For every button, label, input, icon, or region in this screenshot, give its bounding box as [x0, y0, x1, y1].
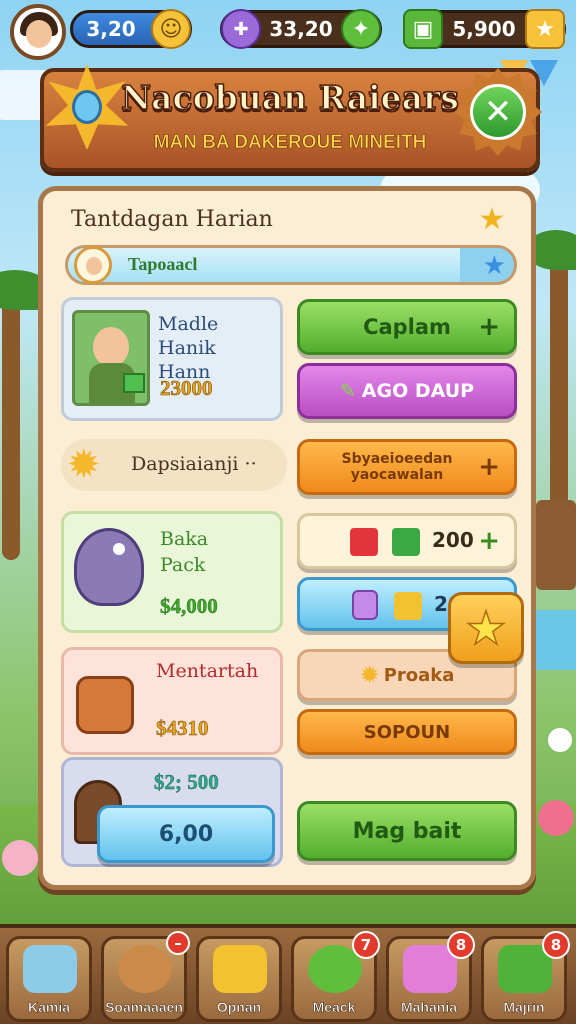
notification-badge-icon: –	[166, 931, 190, 955]
reward-value: 200	[432, 528, 474, 552]
progress-label: Tapoaacl	[128, 254, 198, 274]
nav-item-opnan[interactable]: Opnan	[196, 936, 282, 1022]
progress-avatar-icon	[74, 246, 112, 284]
nav-item-kamia[interactable]: Kamia	[6, 936, 92, 1022]
gift-box-icon: ▣	[403, 9, 443, 49]
nav-item-meack[interactable]: 7 Meack	[291, 931, 380, 1022]
ago-daup-button-label: AGO DAUP	[361, 380, 475, 402]
special-offer-label: Sbyaeioeedan yaocawalan	[341, 451, 453, 483]
potion-jar-icon	[352, 590, 378, 620]
offer-card-toast[interactable]: Mentartah $4310	[61, 647, 283, 755]
offer-title-line1: Baka	[160, 528, 209, 550]
bottom-nav: Kamia – Soamaaaen Opnan 7 Meack 8 Mahani…	[0, 924, 576, 1024]
top-bar: 3,20 ☺ ✚ 33,20 ✦ ▣ 5,900 ★	[0, 0, 576, 62]
offer-price: $4,000	[160, 594, 218, 618]
daily-progress-bar: Tapoaacl ★	[65, 245, 517, 285]
nav-item-mahania[interactable]: 8 Mahania	[386, 931, 475, 1022]
plus-icon: +	[478, 452, 500, 482]
claim-button-label: Caplam	[363, 315, 451, 339]
offer-price: $4310	[156, 716, 209, 741]
mag-bait-button[interactable]: Mag bait	[297, 801, 517, 861]
player-avatar[interactable]	[10, 4, 66, 60]
potion-icon: ✚	[221, 9, 261, 49]
banner-subtitle: MAN BA DAKEROUE MINEITH	[153, 132, 427, 154]
pigeon-icon	[74, 528, 144, 606]
treasure-chest-icon	[213, 945, 267, 993]
nav-label: Opnan	[216, 999, 262, 1016]
claim-button[interactable]: Caplam +	[297, 299, 517, 355]
offer-card-bird-pack[interactable]: Baka Pack $4,000	[61, 511, 283, 633]
toast-item-icon	[76, 676, 134, 734]
offer-title-line2: Pack	[160, 554, 206, 576]
buy-price-button[interactable]: 6,00	[97, 805, 275, 863]
food-bowl-icon	[118, 945, 172, 993]
offer-card-farmer[interactable]: Madle Hanik Hann 23000	[61, 297, 283, 421]
baby-icon	[23, 945, 77, 993]
offer-title-line1: Madle Hanik	[158, 313, 219, 359]
farmer-portrait-icon	[72, 310, 150, 406]
palm-trunk	[550, 260, 568, 540]
nav-badge: 8	[447, 931, 475, 959]
daily-offers-panel: Tantdagan Harian ★ Tapoaacl ★ Madle Hani…	[38, 186, 536, 890]
section-label-row: ✹ Dapsiaianji ··	[61, 439, 287, 491]
reward-row-1[interactable]: 200 +	[297, 513, 517, 569]
sopoun-button[interactable]: SOPOUN	[297, 709, 517, 755]
nav-label: Kamia	[27, 999, 71, 1016]
nav-label: Meack	[312, 999, 356, 1016]
nav-badge: 8	[542, 931, 570, 959]
nav-label: Soamaaaen	[105, 999, 183, 1016]
plus-icon: +	[478, 526, 500, 556]
coins-counter[interactable]: 3,20 ☺	[70, 9, 192, 49]
panel-title: Tantdagan Harian	[71, 207, 273, 232]
avatar-face	[26, 20, 52, 48]
leaf-icon: ✦	[341, 9, 381, 49]
nav-label: Majrin	[503, 999, 545, 1016]
nav-badge: 7	[352, 931, 380, 959]
star-icon: ★	[482, 251, 506, 281]
gem-icon	[72, 90, 102, 124]
star-icon: ★	[478, 202, 506, 237]
flower	[2, 840, 38, 876]
palm-trunk	[2, 300, 20, 560]
sun-gem-icon	[44, 64, 130, 150]
offer-title: Mentartah	[156, 660, 259, 682]
fence	[536, 500, 576, 590]
gems-value: 33,20	[269, 17, 333, 41]
sopoun-button-label: SOPOUN	[363, 721, 451, 743]
nav-label: Mahania	[400, 999, 458, 1016]
sun-icon: ✹	[359, 661, 380, 689]
cash-counter[interactable]: ▣ 5,900 ★	[403, 9, 566, 49]
leaf-icon: ✎	[339, 380, 356, 402]
star-icon: ★	[465, 600, 508, 656]
sun-icon: ✹	[67, 442, 101, 488]
flower	[538, 800, 574, 836]
proaka-button-label: Proaka	[383, 664, 455, 686]
cash-value: 5,900	[452, 17, 516, 41]
gems-counter[interactable]: ✚ 33,20 ✦	[220, 9, 382, 49]
close-button[interactable]: ✕	[454, 68, 542, 156]
nav-item-soamaaaen[interactable]: – Soamaaaen	[101, 931, 190, 1022]
flower	[548, 728, 572, 752]
close-icon: ✕	[470, 84, 526, 140]
offer-price: 23000	[160, 376, 213, 401]
buy-price-label: 6,00	[158, 821, 214, 847]
red-cube-icon	[350, 528, 378, 556]
mag-bait-button-label: Mag bait	[352, 818, 462, 844]
offer-price-top: $2; 500	[154, 770, 219, 794]
favorite-star-button[interactable]: ★	[448, 592, 524, 664]
progress-fill	[68, 248, 461, 282]
green-cube-icon	[392, 528, 420, 556]
coins-value: 3,20	[86, 17, 136, 41]
nav-item-majrin[interactable]: 8 Majrin	[481, 931, 570, 1022]
smiley-coin-icon: ☺	[151, 9, 191, 49]
gold-cube-icon	[394, 592, 422, 620]
ago-daup-button[interactable]: ✎ AGO DAUP	[297, 363, 517, 419]
special-offer-button[interactable]: Sbyaeioeedan yaocawalan +	[297, 439, 517, 495]
plus-icon: +	[478, 312, 500, 342]
section-label: Dapsiaianji ··	[131, 453, 257, 475]
star-icon: ★	[525, 9, 565, 49]
